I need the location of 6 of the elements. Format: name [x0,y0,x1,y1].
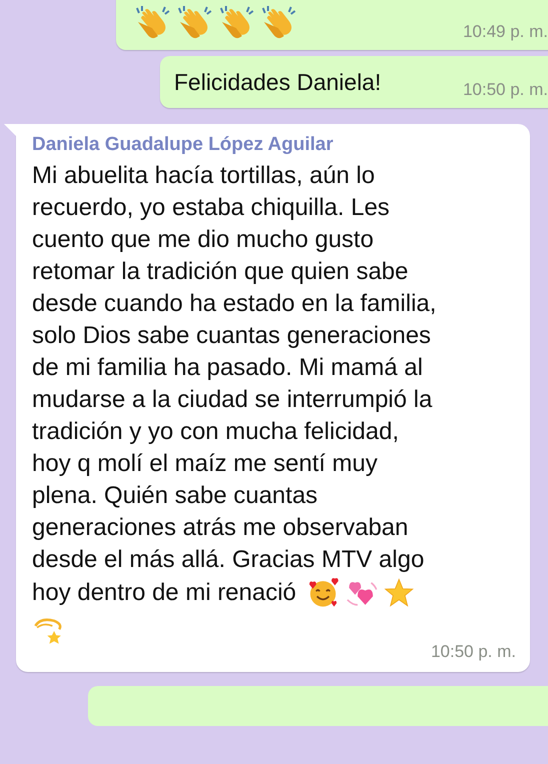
message-time: 10:50 p. m. [462,80,548,101]
message-time: 10:49 p. m. [462,22,548,43]
message-text: hoy dentro de mi renació [32,578,296,608]
message-time: 10:50 p. m. [430,642,516,663]
message-text: Felicidades Daniela! [174,68,382,96]
sender-name: Daniela Guadalupe López Aguilar [32,134,334,156]
